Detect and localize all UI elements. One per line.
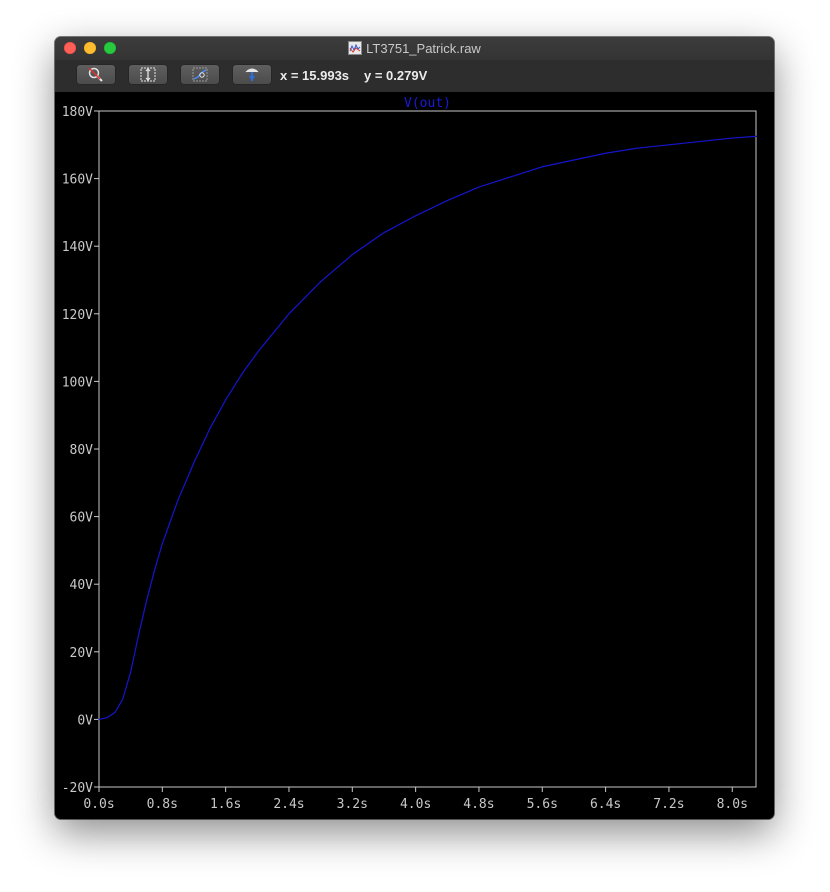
y-tick-label: 20V <box>70 646 94 661</box>
x-tick-label: 2.4s <box>273 797 304 812</box>
y-tick-label: 0V <box>77 713 93 728</box>
y-tick-label: 180V <box>62 105 93 120</box>
data-point <box>256 352 258 354</box>
y-tick-label: 140V <box>62 240 93 255</box>
data-point <box>288 313 290 315</box>
zoom-to-fit-button[interactable] <box>181 65 219 84</box>
cursor-y-readout: y = 0.279V <box>364 68 428 83</box>
plot-area[interactable]: -20V 0V 20V 40V 60V 80V 100V 120V 140V 160V 180V 0.… <box>55 92 774 819</box>
data-point <box>351 254 353 256</box>
y-tick-label: 160V <box>62 173 93 188</box>
autorange-icon <box>140 67 156 82</box>
data-point <box>478 186 480 188</box>
data-point <box>446 199 448 202</box>
y-tick-label: 80V <box>70 443 94 458</box>
toolbar: x = 15.993s y = 0.279V <box>55 60 774 93</box>
y-tick-label: 60V <box>70 511 94 526</box>
data-point <box>320 281 322 283</box>
data-point <box>541 166 543 168</box>
x-tick-label: 0.0s <box>83 797 114 812</box>
window-title-area: LT3751_Patrick.raw <box>55 41 774 56</box>
waveform-document-icon <box>348 41 363 55</box>
x-tick-label: 4.8s <box>463 797 494 812</box>
window-title: LT3751_Patrick.raw <box>366 41 481 56</box>
x-tick-label: 5.6s <box>527 797 558 812</box>
plot-frame <box>98 110 757 788</box>
zoom-fit-icon <box>192 67 208 82</box>
data-point <box>668 144 670 146</box>
data-point <box>383 232 385 234</box>
x-tick-label: 3.2s <box>337 797 368 812</box>
data-point <box>161 543 163 545</box>
data-point <box>240 374 243 376</box>
trace-name-label[interactable]: V(out) <box>404 96 451 111</box>
data-point <box>699 140 702 143</box>
x-tick-label: 6.4s <box>590 797 621 812</box>
data-point <box>145 600 148 602</box>
data-point <box>636 147 638 149</box>
data-point <box>605 152 607 154</box>
data-point <box>98 718 100 721</box>
y-tick-label: 40V <box>70 578 94 593</box>
x-tick-label: 4.0s <box>400 797 431 812</box>
data-point <box>114 712 116 714</box>
y-tick-label: 100V <box>62 375 93 390</box>
probe-icon <box>245 68 259 81</box>
data-point <box>225 399 227 401</box>
y-tick-label: 120V <box>62 308 93 323</box>
x-tick-label: 7.2s <box>653 797 684 812</box>
data-point <box>573 159 575 161</box>
data-point <box>510 176 512 178</box>
cursor-x-readout: x = 15.993s <box>280 68 350 83</box>
data-point <box>193 461 195 464</box>
y-tick-label: -20V <box>62 781 93 796</box>
magnifier-cancel-icon <box>88 67 103 82</box>
x-tick-label: 8.0s <box>717 797 748 812</box>
data-point <box>755 135 757 137</box>
series-line-vout[interactable] <box>98 135 757 720</box>
data-point <box>137 634 140 636</box>
data-point <box>731 137 733 139</box>
title-bar[interactable]: LT3751_Patrick.raw <box>55 37 774 60</box>
x-tick-label: 0.8s <box>147 797 178 812</box>
data-point <box>153 570 156 572</box>
data-point <box>130 671 132 673</box>
data-point <box>122 698 124 700</box>
data-point <box>209 428 211 430</box>
cursor-probe-button[interactable] <box>233 65 271 84</box>
autorange-button[interactable] <box>129 65 167 84</box>
waveform-window: LT3751_Patrick.raw x = 15.993s y = 0.279… <box>55 37 774 819</box>
data-point <box>177 499 179 501</box>
waveform-plot[interactable]: -20V 0V 20V 40V 60V 80V 100V 120V 140V 160V 180V 0.… <box>55 92 774 819</box>
data-point <box>106 717 108 719</box>
x-tick-label: 1.6s <box>210 797 241 812</box>
zoom-out-button[interactable] <box>77 65 115 84</box>
data-point <box>415 215 417 217</box>
